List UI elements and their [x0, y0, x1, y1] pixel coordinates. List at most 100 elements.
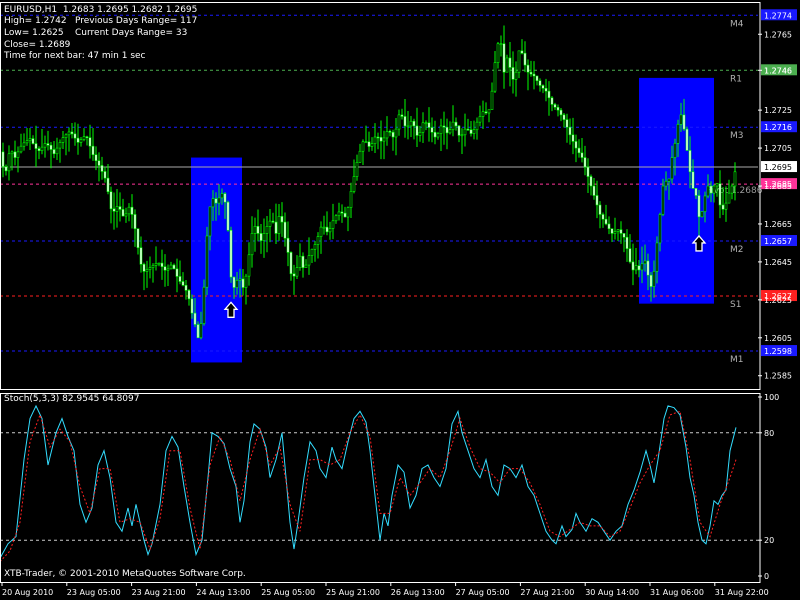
trading-chart[interactable]: 1.2774M41.2746R11.2716M31.2685Pivot 1.26…	[0, 0, 800, 600]
candle-body	[559, 109, 563, 116]
stoch-tick-label: 100	[764, 393, 779, 402]
candle-body	[388, 131, 392, 133]
candle-body	[187, 290, 191, 300]
candle-body	[100, 165, 104, 172]
candle-body	[85, 136, 89, 138]
candle-body	[88, 137, 92, 147]
candle-body	[658, 214, 662, 244]
candle-body	[703, 195, 707, 212]
candle-body	[412, 120, 416, 127]
candle-body	[34, 143, 38, 149]
candle-body	[733, 171, 737, 187]
candle-body	[466, 128, 470, 131]
candle-body	[331, 220, 335, 229]
candle-body	[220, 193, 224, 199]
time-tick-label: 26 Aug 13:00	[391, 588, 445, 597]
candle-body	[115, 206, 119, 212]
stoch-tick-label: 20	[764, 536, 774, 545]
candle-body	[241, 278, 245, 288]
candle-body	[529, 71, 533, 75]
candle-body	[604, 218, 608, 225]
candle-body	[175, 268, 179, 277]
candle-body	[526, 64, 530, 73]
candle-body	[313, 244, 317, 250]
candle-body	[538, 80, 542, 86]
level-price-text-m4: 1.2774	[764, 11, 792, 20]
candle-body	[211, 198, 215, 208]
candle-body	[340, 211, 344, 214]
candle-body	[619, 229, 623, 234]
stoch-series-main	[0, 404, 737, 559]
candle-body	[31, 138, 35, 144]
candle-body	[232, 276, 236, 288]
candle-body	[67, 131, 71, 136]
price-tick-label: 1.2765	[764, 30, 792, 39]
candle-body	[403, 116, 407, 127]
price-tick-label: 1.2665	[764, 220, 792, 229]
candle-body	[460, 134, 464, 137]
candle-body	[661, 185, 665, 215]
candle-body	[508, 57, 512, 68]
candle-body	[7, 153, 11, 172]
candle-body	[262, 233, 266, 241]
candle-body	[103, 171, 107, 179]
candle-body	[214, 198, 218, 204]
candle-body	[484, 111, 488, 114]
candle-body	[667, 178, 671, 182]
candle-body	[715, 183, 719, 187]
candle-body	[256, 226, 260, 234]
candle-body	[301, 255, 305, 268]
price-tick-label: 1.2605	[764, 334, 792, 343]
candle-body	[397, 114, 401, 130]
candle-body	[217, 197, 221, 204]
candle-body	[337, 211, 341, 217]
time-tick-label: 20 Aug 2010	[2, 588, 53, 597]
candle-body	[157, 262, 161, 265]
candle-body	[712, 185, 716, 194]
candle-body	[550, 97, 554, 105]
candle-body	[682, 114, 686, 130]
candle-body	[565, 119, 569, 128]
candle-body	[418, 131, 422, 136]
candle-body	[523, 52, 527, 66]
candle-body	[310, 248, 314, 256]
candle-body	[223, 193, 227, 203]
candle-body	[502, 43, 506, 73]
candle-body	[442, 125, 446, 128]
price-tick-label: 1.2685	[764, 182, 792, 191]
candle-body	[562, 114, 566, 120]
candle-body	[616, 229, 620, 232]
candle-body	[64, 134, 68, 138]
time-tick-label: 25 Aug 21:00	[326, 588, 380, 597]
candle-body	[181, 281, 185, 286]
candle-body	[142, 263, 146, 272]
candle-body	[589, 176, 593, 187]
candle-body	[652, 271, 656, 287]
stochastic-panel[interactable]: 100 80 20 0	[0, 393, 779, 581]
candle-body	[532, 73, 536, 77]
candle-body	[547, 90, 551, 99]
candle-body	[535, 75, 539, 82]
time-tick-label: 30 Aug 14:00	[585, 588, 639, 597]
candle-body	[706, 185, 710, 197]
time-tick-label: 25 Aug 05:00	[261, 588, 315, 597]
candle-body	[343, 212, 347, 218]
candle-body	[49, 144, 53, 150]
candle-body	[634, 265, 638, 271]
candle-body	[52, 149, 56, 155]
candle-body	[664, 180, 668, 187]
candle-body	[499, 43, 503, 46]
candle-body	[487, 109, 491, 114]
stoch-tick-label: 80	[764, 429, 774, 438]
next-bar-label: Time for next bar: 47 min 1 sec	[4, 51, 146, 61]
candle-body	[493, 62, 497, 92]
candle-body	[469, 129, 473, 134]
candle-body	[295, 267, 299, 277]
candle-body	[721, 204, 725, 210]
candle-body	[229, 229, 233, 278]
candle-body	[655, 242, 659, 272]
candle-body	[289, 252, 293, 275]
time-tick-label: 31 Aug 06:00	[650, 588, 704, 597]
candle-body	[391, 131, 395, 138]
candle-body	[202, 286, 206, 324]
